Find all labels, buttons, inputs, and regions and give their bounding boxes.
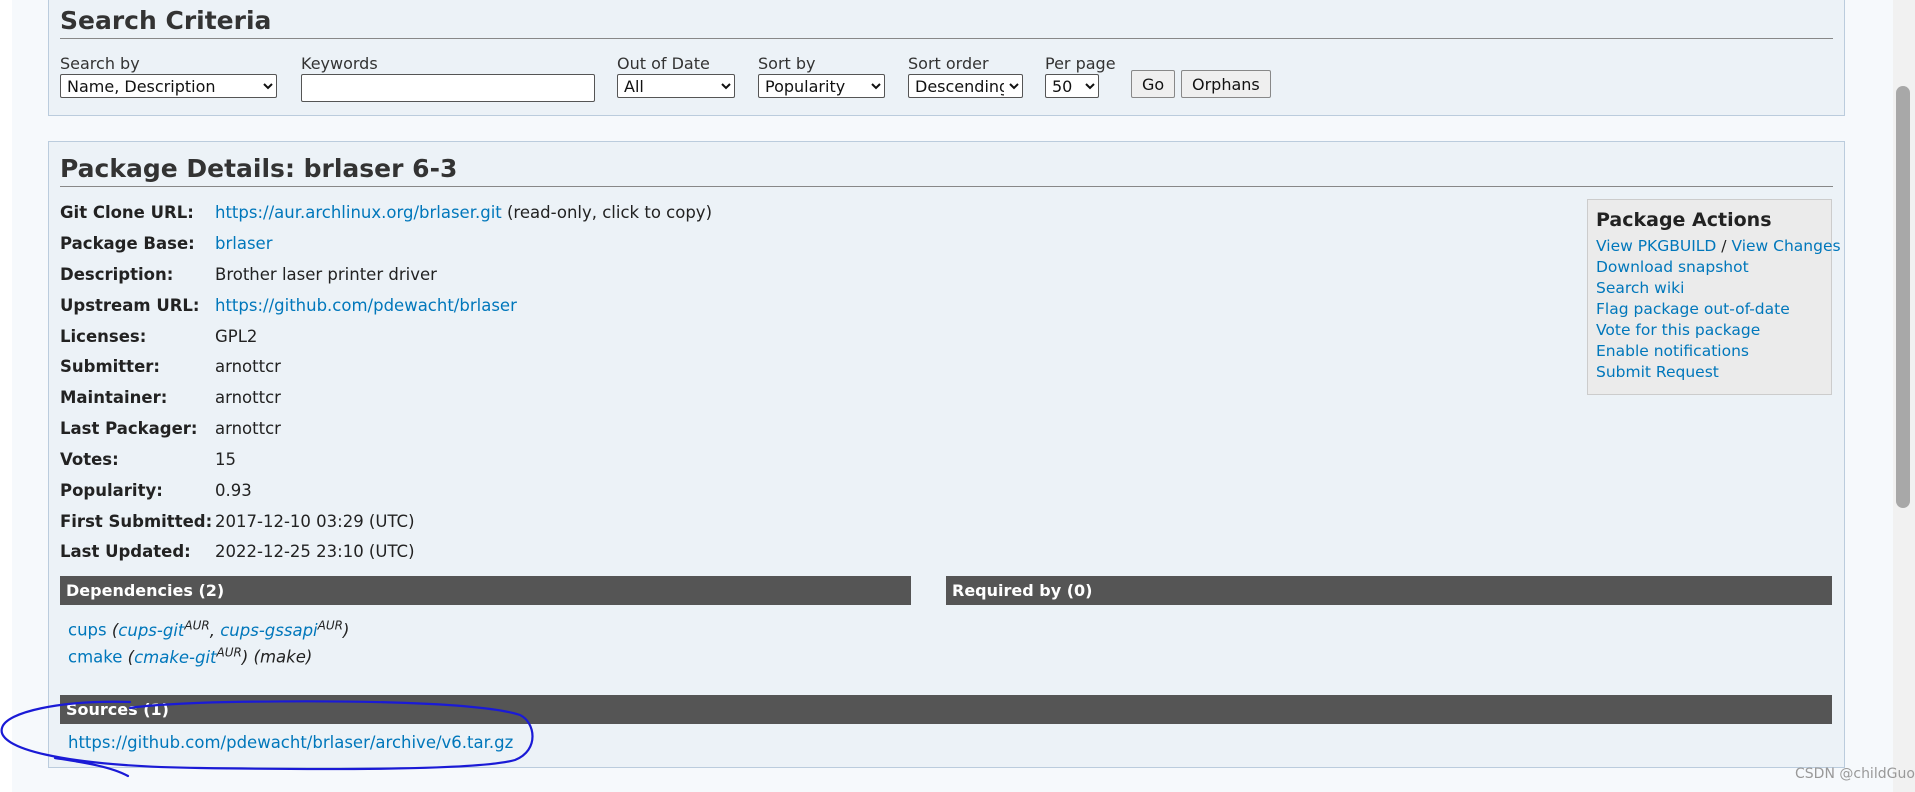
- required-by-header: Required by (0): [946, 576, 1832, 605]
- search-criteria-panel: Search Criteria Search by Name, Descript…: [48, 0, 1845, 116]
- action-item: Flag package out-of-date: [1596, 299, 1831, 320]
- info-label: Git Clone URL:: [60, 203, 194, 222]
- watermark: CSDN @childGuo: [1795, 766, 1915, 782]
- aur-tag: AUR: [317, 618, 343, 632]
- search-by-select[interactable]: Name, Description: [60, 74, 277, 98]
- source-item: https://github.com/pdewacht/brlaser/arch…: [68, 730, 513, 756]
- page-margin: [0, 0, 12, 792]
- package-actions-title: Package Actions: [1596, 209, 1772, 231]
- source-link[interactable]: https://github.com/pdewacht/brlaser/arch…: [68, 733, 513, 752]
- info-value: brlaser: [215, 229, 272, 259]
- scrollbar-thumb[interactable]: [1896, 86, 1910, 508]
- info-value: 2022-12-25 23:10 (UTC): [215, 542, 415, 561]
- pkgbuild-actions-row: View PKGBUILD / View Changes: [1596, 236, 1841, 257]
- per-page-field: Per page 50: [1045, 54, 1116, 98]
- sort-by-label: Sort by: [758, 54, 816, 73]
- action-item: Search wiki: [1596, 278, 1831, 299]
- sort-order-select[interactable]: Descending: [908, 74, 1023, 98]
- info-value: https://github.com/pdewacht/brlaser: [215, 291, 517, 321]
- info-value: arnottcr: [215, 419, 281, 438]
- upstream-url-link[interactable]: https://github.com/pdewacht/brlaser: [215, 296, 517, 315]
- info-value: https://aur.archlinux.org/brlaser.git (r…: [215, 198, 712, 228]
- sort-by-field: Sort by Popularity: [758, 54, 885, 98]
- aur-tag: AUR: [184, 618, 210, 632]
- dependency-alternatives: (cups-gitAUR, cups-gssapiAUR): [111, 618, 350, 640]
- dependency-alt-link[interactable]: cups-git: [118, 621, 184, 640]
- orphans-button[interactable]: Orphans: [1181, 70, 1271, 98]
- search-by-field: Search by Name, Description: [60, 54, 277, 98]
- info-value: 0.93: [215, 481, 252, 500]
- view-changes-link[interactable]: View Changes: [1731, 237, 1840, 255]
- sort-order-field: Sort order Descending: [908, 54, 1023, 98]
- flag-out-of-date-link[interactable]: Flag package out-of-date: [1596, 300, 1790, 318]
- out-of-date-select[interactable]: All: [617, 74, 735, 98]
- info-label: Maintainer:: [60, 388, 168, 407]
- info-value: arnottcr: [215, 388, 281, 407]
- out-of-date-label: Out of Date: [617, 54, 710, 73]
- search-wiki-link[interactable]: Search wiki: [1596, 279, 1684, 297]
- info-label: Submitter:: [60, 357, 160, 376]
- info-label: Last Updated:: [60, 542, 191, 561]
- search-criteria-heading: Search Criteria: [60, 6, 1833, 39]
- action-separator: /: [1716, 237, 1732, 255]
- action-item: Download snapshot: [1596, 257, 1831, 278]
- dependency-link-cmake[interactable]: cmake: [68, 648, 122, 667]
- info-label: Popularity:: [60, 481, 163, 500]
- package-base-link[interactable]: brlaser: [215, 234, 272, 253]
- info-value: arnottcr: [215, 357, 281, 376]
- package-details-heading: Package Details: brlaser 6-3: [60, 154, 1833, 187]
- info-label: Last Packager:: [60, 419, 198, 438]
- info-value: GPL2: [215, 327, 258, 346]
- sources-header: Sources (1): [60, 695, 1832, 724]
- info-label: Package Base:: [60, 234, 195, 253]
- per-page-select[interactable]: 50: [1045, 74, 1099, 98]
- info-label: First Submitted:: [60, 512, 213, 531]
- enable-notifications-link[interactable]: Enable notifications: [1596, 342, 1749, 360]
- git-clone-note: (read-only, click to copy): [501, 203, 713, 222]
- sort-by-select[interactable]: Popularity: [758, 74, 885, 98]
- sort-order-label: Sort order: [908, 54, 989, 73]
- dependency-alternatives: (cmake-gitAUR): [127, 645, 249, 667]
- action-item: Vote for this package: [1596, 320, 1831, 341]
- dependency-note: (make): [253, 647, 313, 667]
- info-label: Description:: [60, 265, 174, 284]
- dependency-link-cups[interactable]: cups: [68, 621, 107, 640]
- dependencies-header: Dependencies (2): [60, 576, 911, 605]
- keywords-label: Keywords: [301, 54, 378, 73]
- git-clone-link[interactable]: https://aur.archlinux.org/brlaser.git: [215, 203, 502, 222]
- keywords-input[interactable]: [301, 74, 595, 102]
- search-by-label: Search by: [60, 54, 140, 73]
- per-page-label: Per page: [1045, 54, 1116, 73]
- info-label: Votes:: [60, 450, 119, 469]
- keywords-field: Keywords: [301, 54, 595, 102]
- dependency-alt-link[interactable]: cups-gssapi: [220, 621, 317, 640]
- view-pkgbuild-link[interactable]: View PKGBUILD: [1596, 237, 1716, 255]
- action-item: Submit Request: [1596, 362, 1831, 383]
- go-button[interactable]: Go: [1131, 70, 1176, 98]
- info-value: 15: [215, 450, 236, 469]
- info-label: Upstream URL:: [60, 296, 200, 315]
- action-item: Enable notifications: [1596, 341, 1831, 362]
- info-label: Licenses:: [60, 327, 147, 346]
- submit-request-link[interactable]: Submit Request: [1596, 363, 1719, 381]
- dependency-alt-link[interactable]: cmake-git: [134, 648, 216, 667]
- info-value: 2017-12-10 03:29 (UTC): [215, 512, 415, 531]
- package-actions-box: Package Actions View PKGBUILD / View Cha…: [1587, 199, 1841, 395]
- vote-link[interactable]: Vote for this package: [1596, 321, 1760, 339]
- download-snapshot-link[interactable]: Download snapshot: [1596, 258, 1749, 276]
- dependency-item: cmake (cmake-gitAUR) (make): [68, 639, 312, 671]
- aur-tag: AUR: [216, 645, 242, 659]
- package-details-panel: Package Details: brlaser 6-3 Git Clone U…: [48, 141, 1845, 768]
- out-of-date-field: Out of Date All: [617, 54, 735, 98]
- info-value: Brother laser printer driver: [215, 265, 437, 284]
